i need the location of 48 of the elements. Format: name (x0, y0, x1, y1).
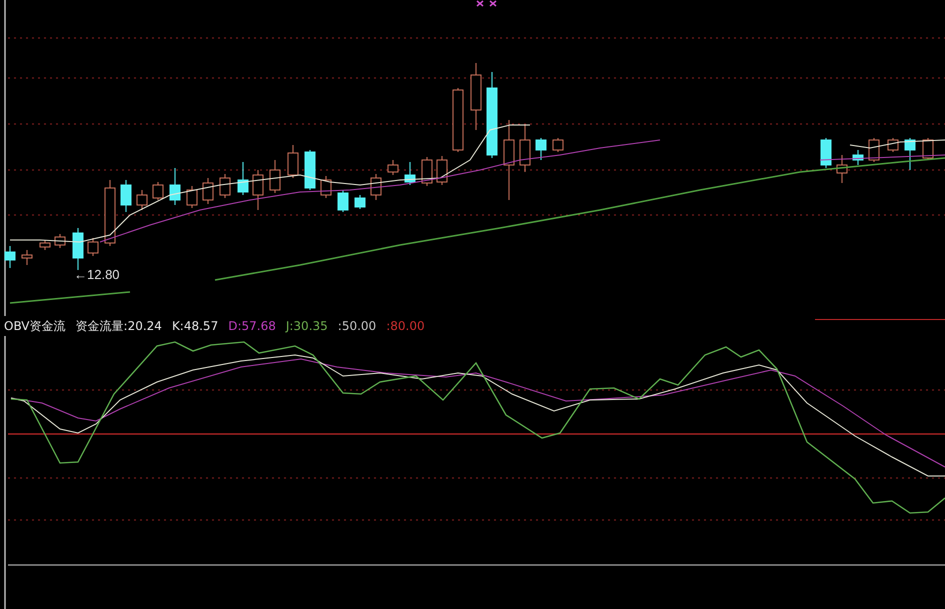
candlestick (370, 174, 382, 200)
candlestick (904, 138, 916, 170)
candlestick (22, 250, 32, 266)
indicator-legend-item: D:57.68 (228, 319, 276, 333)
candlestick (252, 170, 264, 210)
indicator-legend-item: 资金流量:20.24 (76, 318, 162, 334)
candlestick (868, 138, 880, 162)
candlestick (422, 156, 432, 186)
candlestick (270, 160, 280, 194)
candlestick (238, 162, 248, 196)
candlestick (452, 88, 464, 152)
candlestick (536, 138, 546, 160)
indicator-legend-item: K:48.57 (172, 319, 218, 333)
candlestick (40, 240, 50, 250)
candlestick (152, 182, 164, 200)
candlestick (186, 186, 198, 208)
candlestick (820, 138, 832, 168)
candlestick (470, 62, 482, 130)
candlestick (320, 176, 332, 198)
candlestick (888, 138, 898, 152)
candlestick (104, 180, 116, 246)
indicator-legend-item: :80.00 (386, 319, 425, 333)
candlestick (72, 228, 84, 270)
candlestick (4, 246, 16, 268)
candlestick (338, 190, 348, 212)
candlestick (852, 150, 864, 166)
indicator-legend-item: J:30.35 (286, 319, 328, 333)
indicator-legend-item: OBV资金流 (4, 318, 66, 334)
candlestick (354, 194, 366, 210)
candlestick (922, 138, 934, 160)
candlestick (304, 150, 316, 190)
candlestick (552, 138, 564, 152)
candlestick (836, 154, 848, 184)
candlestick (120, 180, 132, 212)
candlestick (220, 174, 230, 198)
candlestick (436, 156, 448, 186)
indicator-legend-item: :50.00 (338, 319, 376, 333)
price-label: ←12.80 (74, 267, 120, 282)
candlestick (388, 160, 398, 176)
candlestick (54, 234, 66, 248)
candlestick (404, 162, 416, 186)
candlestick (288, 144, 298, 178)
signal-marker-icon (476, 0, 497, 7)
candlestick (202, 178, 214, 204)
candlestick (136, 190, 148, 210)
candlestick (88, 238, 98, 256)
candlestick (520, 124, 530, 172)
candlestick (170, 168, 180, 206)
